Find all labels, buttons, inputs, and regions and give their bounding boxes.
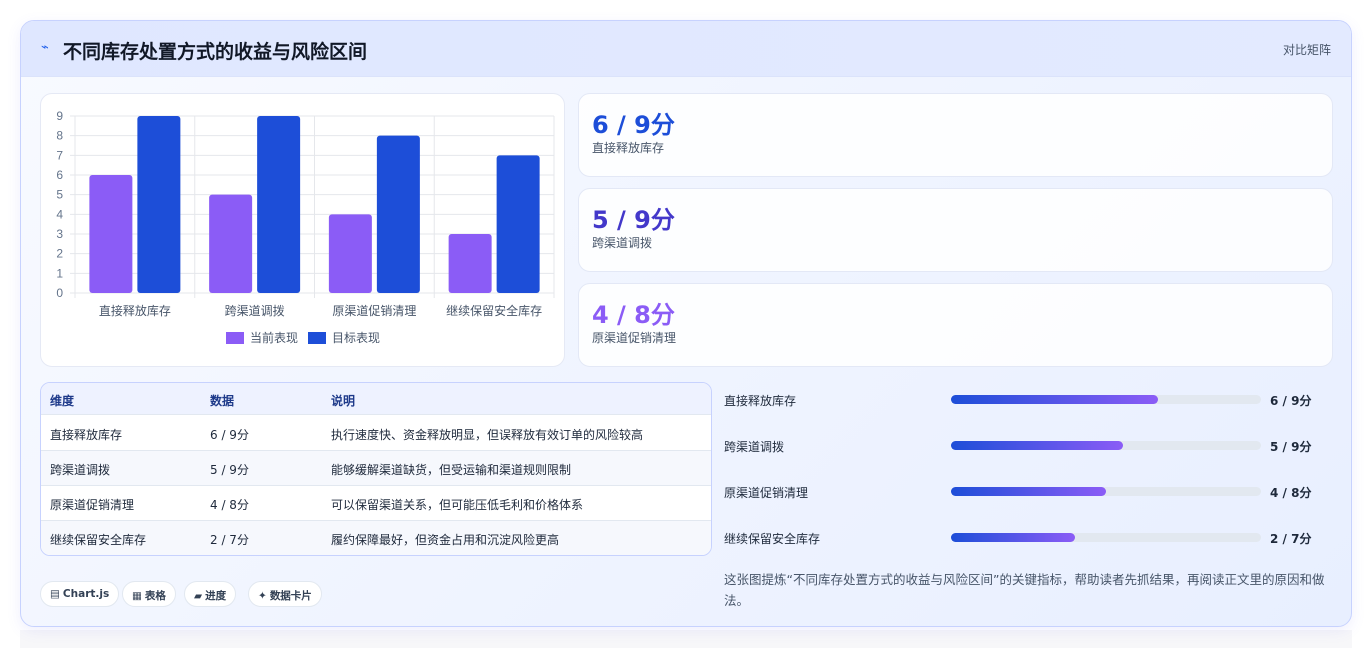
progress-label: 跨渠道调拨: [724, 440, 785, 454]
legend-swatch: [226, 332, 244, 344]
bar-chart: 0 1 2 3 4 5 6 7 8 9 直接释放库存 跨渠道调拨 原渠道促销清理 继续保留安全库存当前表现…: [40, 93, 565, 367]
stat-label: 原渠道促销清理: [592, 331, 677, 345]
table-cell: 继续保留安全库存: [50, 533, 147, 547]
y-tick-label: 4: [56, 207, 63, 221]
y-tick-label: 1: [56, 266, 63, 280]
x-tick-label: 直接释放库存: [99, 303, 171, 318]
table-header-row: 维度 数据 说明: [41, 383, 711, 415]
bar: [137, 116, 181, 293]
bar: [496, 155, 540, 293]
y-tick-label: 0: [56, 286, 63, 300]
table-cell: 原渠道促销清理: [50, 498, 135, 512]
card-header: ⌁ 不同库存处置方式的收益与风险区间 对比矩阵: [21, 21, 1351, 77]
y-tick-label: 8: [56, 129, 63, 143]
stat-label: 直接释放库存: [592, 141, 665, 155]
progress-fill: [951, 441, 1124, 450]
y-tick-label: 2: [56, 247, 63, 261]
bar-chart-svg: 0 1 2 3 4 5 6 7 8 9 直接释放库存 跨渠道调拨 原渠道促销清理 继续保留安全库存当前表现…: [56, 109, 555, 345]
column-header: 数据: [210, 394, 235, 408]
summary-text: 这张图提炼“不同库存处置方式的收益与风险区间”的关键指标，帮助读者先抓结果，再阅…: [724, 572, 1325, 608]
table-row: 直接释放库存 6 / 9分 执行速度快、资金释放明显，但误释放有效订单的风险较高: [41, 416, 711, 451]
chip-data-cards[interactable]: ✦ 数据卡片: [248, 581, 322, 607]
table-cell: 5 / 9分: [210, 463, 249, 477]
progress-row: 直接释放库存 6 / 9分: [724, 390, 1324, 410]
stat-label: 跨渠道调拨: [592, 236, 653, 250]
progress-label: 原渠道促销清理: [724, 486, 809, 500]
progress-track: [951, 441, 1261, 450]
progress-value: 2 / 7分: [1270, 532, 1312, 546]
data-table: 维度 数据 说明 直接释放库存 6 / 9分 执行速度快、资金释放明显，但误释放…: [40, 382, 712, 556]
progress-value: 5 / 9分: [1270, 440, 1312, 454]
progress-fill: [951, 533, 1075, 542]
bar: [448, 234, 492, 293]
progress-row: 跨渠道调拨 5 / 9分: [724, 436, 1324, 456]
header-tag: 对比矩阵: [1282, 43, 1331, 57]
table-cell: 4 / 8分: [210, 498, 249, 512]
column-header: 维度: [50, 394, 75, 408]
table-cell: 履约保障最好，但资金占用和沉淀风险更高: [331, 533, 560, 547]
x-tick-label: 原渠道促销清理: [332, 304, 416, 318]
progress-label: 继续保留安全库存: [724, 532, 821, 546]
comparison-card: ⌁ 不同库存处置方式的收益与风险区间 对比矩阵 0 1 2 3 4 5 6 7 8 9 直接释放库存…: [20, 20, 1352, 627]
stat-value: 4 / 8分: [592, 301, 675, 329]
column-header: 说明: [331, 394, 356, 408]
stat-card-1: 6 / 9分 直接释放库存: [578, 93, 1333, 177]
legend-label: 目标表现: [332, 331, 380, 345]
progress-label: 直接释放库存: [724, 394, 797, 408]
table-cell: 6 / 9分: [210, 428, 249, 442]
chip-chartjs[interactable]: ▤ Chart.js: [40, 581, 120, 607]
table-cell: 2 / 7分: [210, 533, 249, 547]
stat-value: 5 / 9分: [592, 206, 675, 234]
page-bottom-strip: [20, 630, 1352, 648]
chip-label: 进度: [205, 590, 227, 602]
pulse-icon: ⌁: [41, 40, 49, 55]
chip-progress[interactable]: ▰ 进度: [184, 581, 237, 607]
table-row: 继续保留安全库存 2 / 7分 履约保障最好，但资金占用和沉淀风险更高: [41, 521, 711, 555]
stat-card-3: 4 / 8分 原渠道促销清理: [578, 283, 1333, 367]
table-cell: 能够缓解渠道缺货，但受运输和渠道规则限制: [331, 463, 572, 477]
progress-track: [951, 533, 1261, 542]
table-cell: 执行速度快、资金释放明显，但误释放有效订单的风险较高: [331, 428, 644, 442]
progress-fill: [951, 487, 1106, 496]
y-tick-label: 5: [56, 188, 63, 202]
bar: [89, 175, 133, 293]
chip-label: 数据卡片: [269, 590, 312, 602]
chip-table[interactable]: ▦ 表格: [122, 581, 176, 607]
stat-card-2: 5 / 9分 跨渠道调拨: [578, 188, 1333, 272]
chip-label: 表格: [144, 590, 166, 602]
x-tick-label: 继续保留安全库存: [446, 303, 542, 318]
bar: [376, 135, 420, 293]
table-cell: 跨渠道调拨: [50, 463, 111, 477]
progress-value: 4 / 8分: [1270, 486, 1312, 500]
y-tick-label: 6: [56, 168, 63, 182]
x-tick-label: 跨渠道调拨: [225, 304, 285, 318]
progress-track: [951, 487, 1261, 496]
y-tick-label: 3: [56, 227, 63, 241]
progress-track: [951, 395, 1261, 404]
table-row: 原渠道促销清理 4 / 8分 可以保留渠道关系，但可能压低毛利和价格体系: [41, 486, 711, 521]
progress-icon: ▰: [194, 590, 203, 602]
legend-label: 当前表现: [250, 330, 298, 345]
progress-fill: [951, 395, 1158, 404]
chart-icon: ▤: [50, 588, 60, 600]
chip-label: Chart.js: [62, 588, 110, 600]
bar: [257, 116, 301, 293]
bar: [328, 214, 372, 293]
table-row: 跨渠道调拨 5 / 9分 能够缓解渠道缺货，但受运输和渠道规则限制: [41, 451, 711, 486]
table-cell: 可以保留渠道关系，但可能压低毛利和价格体系: [331, 498, 584, 512]
sparkle-icon: ✦: [258, 590, 267, 602]
y-tick-label: 9: [56, 109, 63, 123]
card-title: 不同库存处置方式的收益与风险区间: [63, 41, 368, 63]
legend-swatch: [308, 332, 326, 344]
progress-value: 6 / 9分: [1270, 394, 1312, 408]
y-tick-label: 7: [56, 148, 63, 162]
progress-row: 原渠道促销清理 4 / 8分: [724, 482, 1324, 502]
table-cell: 直接释放库存: [50, 428, 123, 442]
bar: [209, 194, 253, 293]
progress-row: 继续保留安全库存 2 / 7分: [724, 528, 1324, 548]
stat-value: 6 / 9分: [592, 111, 675, 139]
table-icon: ▦: [132, 590, 142, 602]
